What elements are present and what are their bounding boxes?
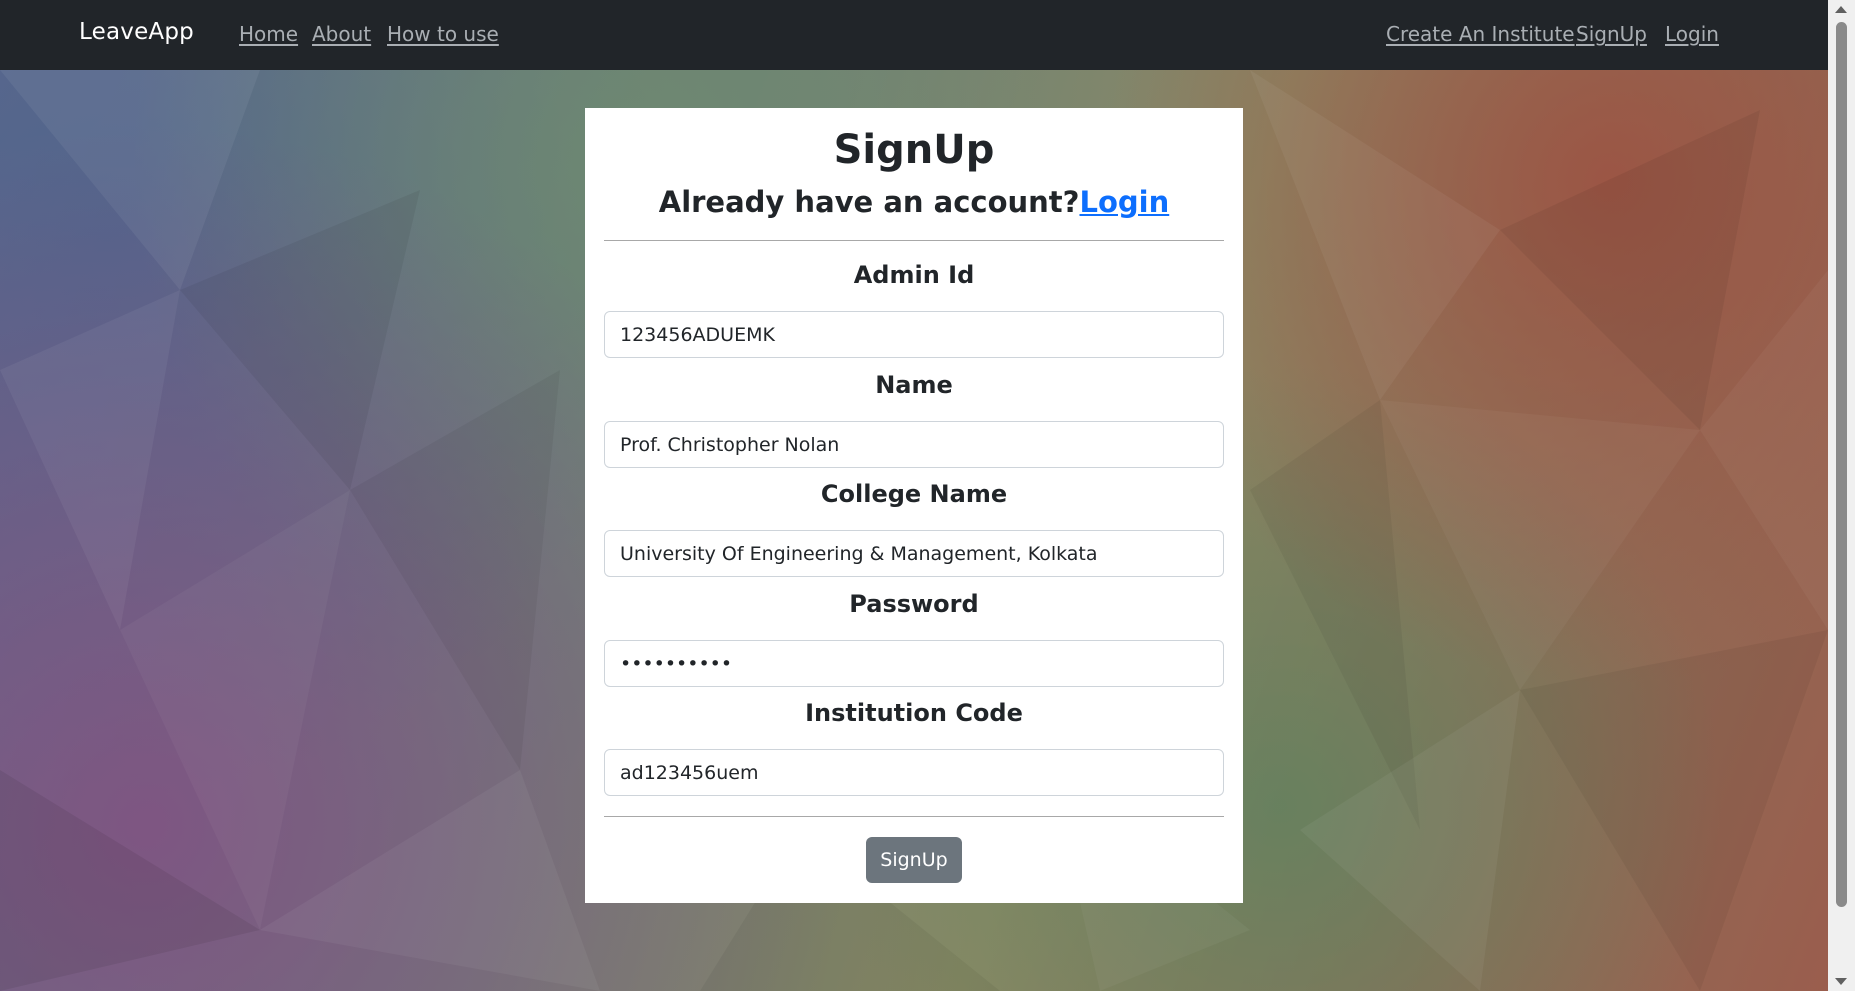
nav-login-link[interactable]: Login: [1665, 22, 1719, 46]
institution-code-input[interactable]: [604, 749, 1224, 796]
top-divider: [604, 240, 1224, 241]
vertical-scrollbar[interactable]: [1828, 0, 1855, 991]
page-title: SignUp: [833, 127, 995, 173]
scroll-up-arrow-icon[interactable]: [1835, 6, 1847, 13]
admin-id-label: Admin Id: [853, 261, 975, 289]
nav-home-link[interactable]: Home: [239, 22, 298, 46]
name-input[interactable]: [604, 421, 1224, 468]
login-link[interactable]: Login: [1079, 185, 1169, 219]
nav-signup-link[interactable]: SignUp: [1576, 22, 1647, 46]
nav-about-link[interactable]: About: [312, 22, 371, 46]
password-label: Password: [849, 590, 979, 618]
nav-create-institute-link[interactable]: Create An Institute: [1386, 22, 1575, 46]
signup-submit-button[interactable]: SignUp: [866, 837, 962, 883]
college-name-input[interactable]: [604, 530, 1224, 577]
login-prompt-text: Already have an account?: [658, 185, 1080, 219]
password-input[interactable]: [604, 640, 1224, 687]
college-name-label: College Name: [820, 480, 1008, 508]
admin-id-input[interactable]: [604, 311, 1224, 358]
signup-card: SignUp Already have an account?Login Adm…: [585, 108, 1243, 903]
nav-how-to-use-link[interactable]: How to use: [387, 22, 499, 46]
name-label: Name: [875, 371, 953, 399]
bottom-divider: [604, 816, 1224, 817]
top-navbar: LeaveApp Home About How to use Create An…: [0, 0, 1828, 70]
login-prompt: Already have an account?Login: [585, 185, 1243, 219]
scrollbar-thumb[interactable]: [1836, 22, 1847, 907]
scroll-down-arrow-icon[interactable]: [1835, 978, 1847, 985]
brand-logo[interactable]: LeaveApp: [79, 19, 194, 45]
institution-code-label: Institution Code: [805, 699, 1023, 727]
